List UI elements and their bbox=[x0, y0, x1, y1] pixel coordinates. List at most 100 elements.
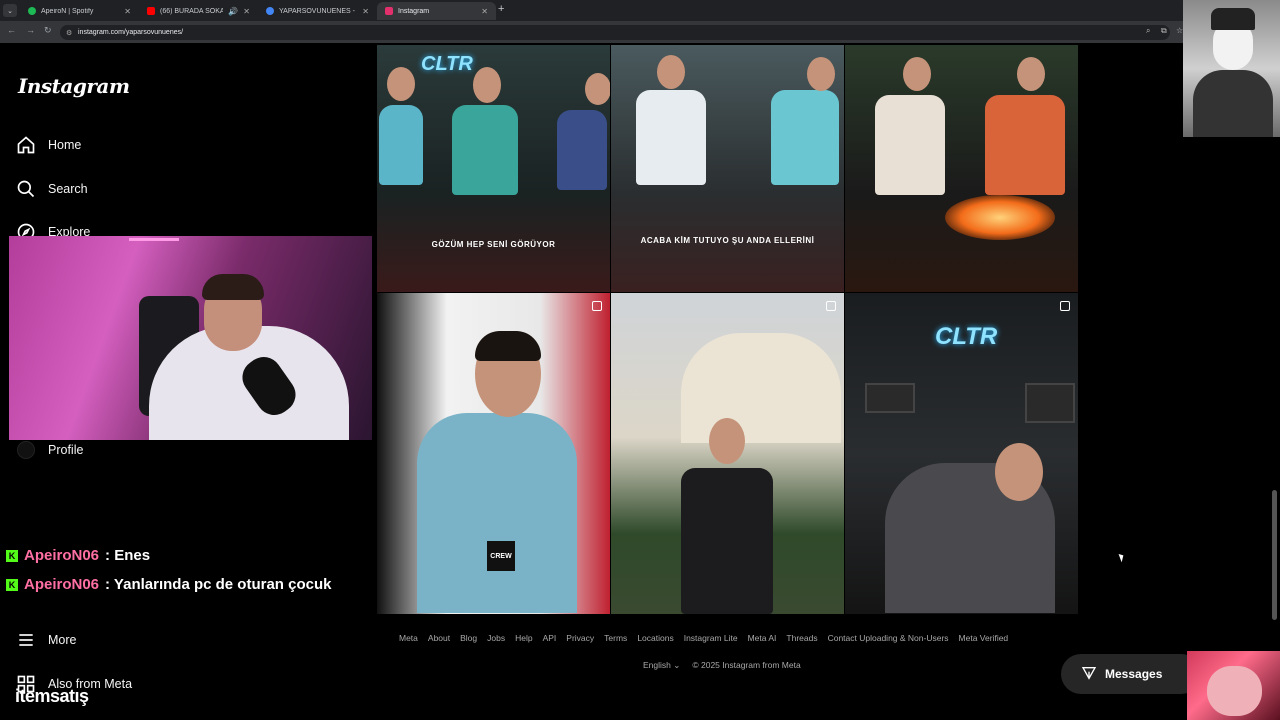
footer-link[interactable]: About bbox=[428, 633, 450, 643]
tab-youtube[interactable]: (66) BURADA SOKAKLAR - 🔊 ✕ bbox=[139, 2, 258, 20]
footer-link[interactable]: Contact Uploading & Non-Users bbox=[828, 633, 949, 643]
browser-tab-bar: ⌄ ApeiroN | Spotify ✕ (66) BURADA SOKAKL… bbox=[0, 0, 1280, 21]
chat-message: K ApeiroN06 : Enes bbox=[6, 547, 150, 564]
google-icon bbox=[266, 7, 274, 15]
post-caption: ACABA KİM TUTUYO ŞU ANDA ELLERİNİ bbox=[640, 236, 815, 245]
sidebar-item-profile[interactable]: Profile bbox=[16, 440, 83, 460]
messages-button[interactable]: Messages bbox=[1061, 654, 1201, 694]
post-tile[interactable]: CREW bbox=[377, 293, 610, 614]
person-head bbox=[903, 57, 931, 91]
instagram-logo[interactable]: Instagram bbox=[18, 74, 130, 98]
person-hair bbox=[475, 331, 541, 361]
chat-message: K ApeiroN06 : Yanlarında pc de oturan ço… bbox=[6, 576, 331, 593]
chat-username: ApeiroN06 bbox=[24, 576, 100, 593]
footer-link[interactable]: Meta bbox=[399, 633, 418, 643]
send-icon bbox=[1081, 665, 1097, 684]
youtube-icon bbox=[147, 7, 155, 15]
coat bbox=[1193, 70, 1273, 137]
footer-link[interactable]: Instagram Lite bbox=[684, 633, 738, 643]
footer-link[interactable]: Blog bbox=[460, 633, 477, 643]
cat-meme-overlay bbox=[1187, 651, 1280, 720]
footer-links: Meta About Blog Jobs Help API Privacy Terms Loca… bbox=[399, 633, 1008, 643]
person-head bbox=[657, 55, 685, 89]
close-icon[interactable]: ✕ bbox=[243, 7, 250, 16]
zoom-icon[interactable]: ⌕ bbox=[1146, 26, 1150, 36]
close-icon[interactable]: ✕ bbox=[362, 7, 369, 16]
url-field[interactable]: instagram.com/yaparsovunuenes/ bbox=[60, 25, 1170, 40]
footer-link[interactable]: Meta AI bbox=[748, 633, 777, 643]
kick-icon: K bbox=[6, 549, 18, 562]
sidebar-item-more[interactable]: More bbox=[16, 630, 76, 650]
tab-title: (66) BURADA SOKAKLAR - bbox=[160, 7, 224, 15]
person-figure bbox=[771, 90, 839, 185]
person-figure bbox=[681, 468, 773, 614]
person-figure bbox=[417, 413, 577, 613]
post-tile[interactable]: CLTR GÖZÜM HEP SENİ GÖRÜYOR bbox=[377, 45, 610, 292]
footer-link[interactable]: API bbox=[543, 633, 557, 643]
person-figure bbox=[985, 95, 1065, 195]
crew-badge: CREW bbox=[487, 541, 515, 571]
neon-sign: CLTR bbox=[935, 323, 998, 350]
page-scrollbar[interactable] bbox=[1272, 490, 1277, 620]
search-icon bbox=[16, 179, 36, 199]
tab-search-icon[interactable]: ⌄ bbox=[3, 4, 17, 17]
sidebar-item-search[interactable]: Search bbox=[16, 179, 88, 199]
tab-title: Instagram bbox=[398, 7, 430, 15]
person-head bbox=[387, 67, 415, 101]
cat-face bbox=[1207, 666, 1262, 716]
language-select[interactable]: English ⌄ bbox=[643, 660, 680, 671]
footer-link[interactable]: Jobs bbox=[487, 633, 505, 643]
new-tab-icon[interactable]: + bbox=[498, 3, 504, 15]
fire-pit bbox=[945, 195, 1055, 240]
person-figure bbox=[379, 105, 423, 185]
home-icon bbox=[16, 135, 36, 155]
tab-title: YAPARSOVUNUENES - Google bbox=[279, 7, 357, 15]
sponsor-logo: itemsatış bbox=[15, 686, 89, 706]
copyright: © 2025 Instagram from Meta bbox=[692, 660, 801, 670]
person-head bbox=[709, 418, 745, 464]
person-figure bbox=[636, 90, 706, 185]
back-icon[interactable]: ← bbox=[7, 25, 16, 35]
post-tile[interactable] bbox=[845, 45, 1078, 292]
reload-icon[interactable]: ↻ bbox=[44, 25, 52, 36]
post-tile[interactable] bbox=[611, 293, 844, 614]
tab-spotify[interactable]: ApeiroN | Spotify ✕ bbox=[20, 2, 139, 20]
person-head bbox=[1017, 57, 1045, 91]
streamer-webcam bbox=[9, 236, 372, 440]
site-info-icon[interactable]: ⚙ bbox=[66, 29, 72, 37]
footer-link[interactable]: Help bbox=[515, 633, 532, 643]
footer-link[interactable]: Threads bbox=[786, 633, 817, 643]
footer-link[interactable]: Meta Verified bbox=[959, 633, 1009, 643]
close-icon[interactable]: ✕ bbox=[481, 7, 488, 16]
footer-link[interactable]: Locations bbox=[637, 633, 673, 643]
chat-text: : Enes bbox=[105, 547, 151, 564]
install-icon[interactable]: ⧉ bbox=[1161, 26, 1167, 36]
address-bar-row: ← → ↻ instagram.com/yaparsovunuenes/ ⚙ ⌕… bbox=[0, 21, 1280, 43]
sidebar-item-label: Profile bbox=[48, 443, 84, 457]
post-tile[interactable]: CLTR bbox=[845, 293, 1078, 614]
tab-title: ApeiroN | Spotify bbox=[41, 7, 94, 15]
mouse-cursor-icon bbox=[1118, 552, 1126, 563]
person-head bbox=[995, 443, 1043, 501]
speaker-icon[interactable]: 🔊 bbox=[228, 7, 238, 16]
spotify-icon bbox=[28, 7, 36, 15]
close-icon[interactable]: ✕ bbox=[124, 7, 131, 16]
footer-link[interactable]: Terms bbox=[604, 633, 627, 643]
tab-instagram[interactable]: Instagram ✕ bbox=[377, 2, 496, 20]
sidebar-item-label: Home bbox=[48, 138, 82, 152]
carousel-icon bbox=[826, 301, 836, 311]
forward-icon[interactable]: → bbox=[26, 25, 35, 35]
mansion bbox=[681, 333, 841, 443]
person-figure bbox=[875, 95, 945, 195]
studio-monitor bbox=[1025, 383, 1075, 423]
tab-google[interactable]: YAPARSOVUNUENES - Google ✕ bbox=[258, 2, 377, 20]
footer-link[interactable]: Privacy bbox=[566, 633, 594, 643]
messages-label: Messages bbox=[1105, 667, 1163, 681]
chat-text: : Yanlarında pc de oturan çocuk bbox=[105, 576, 332, 593]
post-tile[interactable]: ACABA KİM TUTUYO ŞU ANDA ELLERİNİ bbox=[611, 45, 844, 292]
avatar bbox=[16, 440, 36, 460]
sidebar-item-home[interactable]: Home bbox=[16, 135, 81, 155]
instagram-icon bbox=[385, 7, 393, 15]
menu-icon bbox=[16, 630, 36, 650]
person-figure bbox=[452, 105, 518, 195]
